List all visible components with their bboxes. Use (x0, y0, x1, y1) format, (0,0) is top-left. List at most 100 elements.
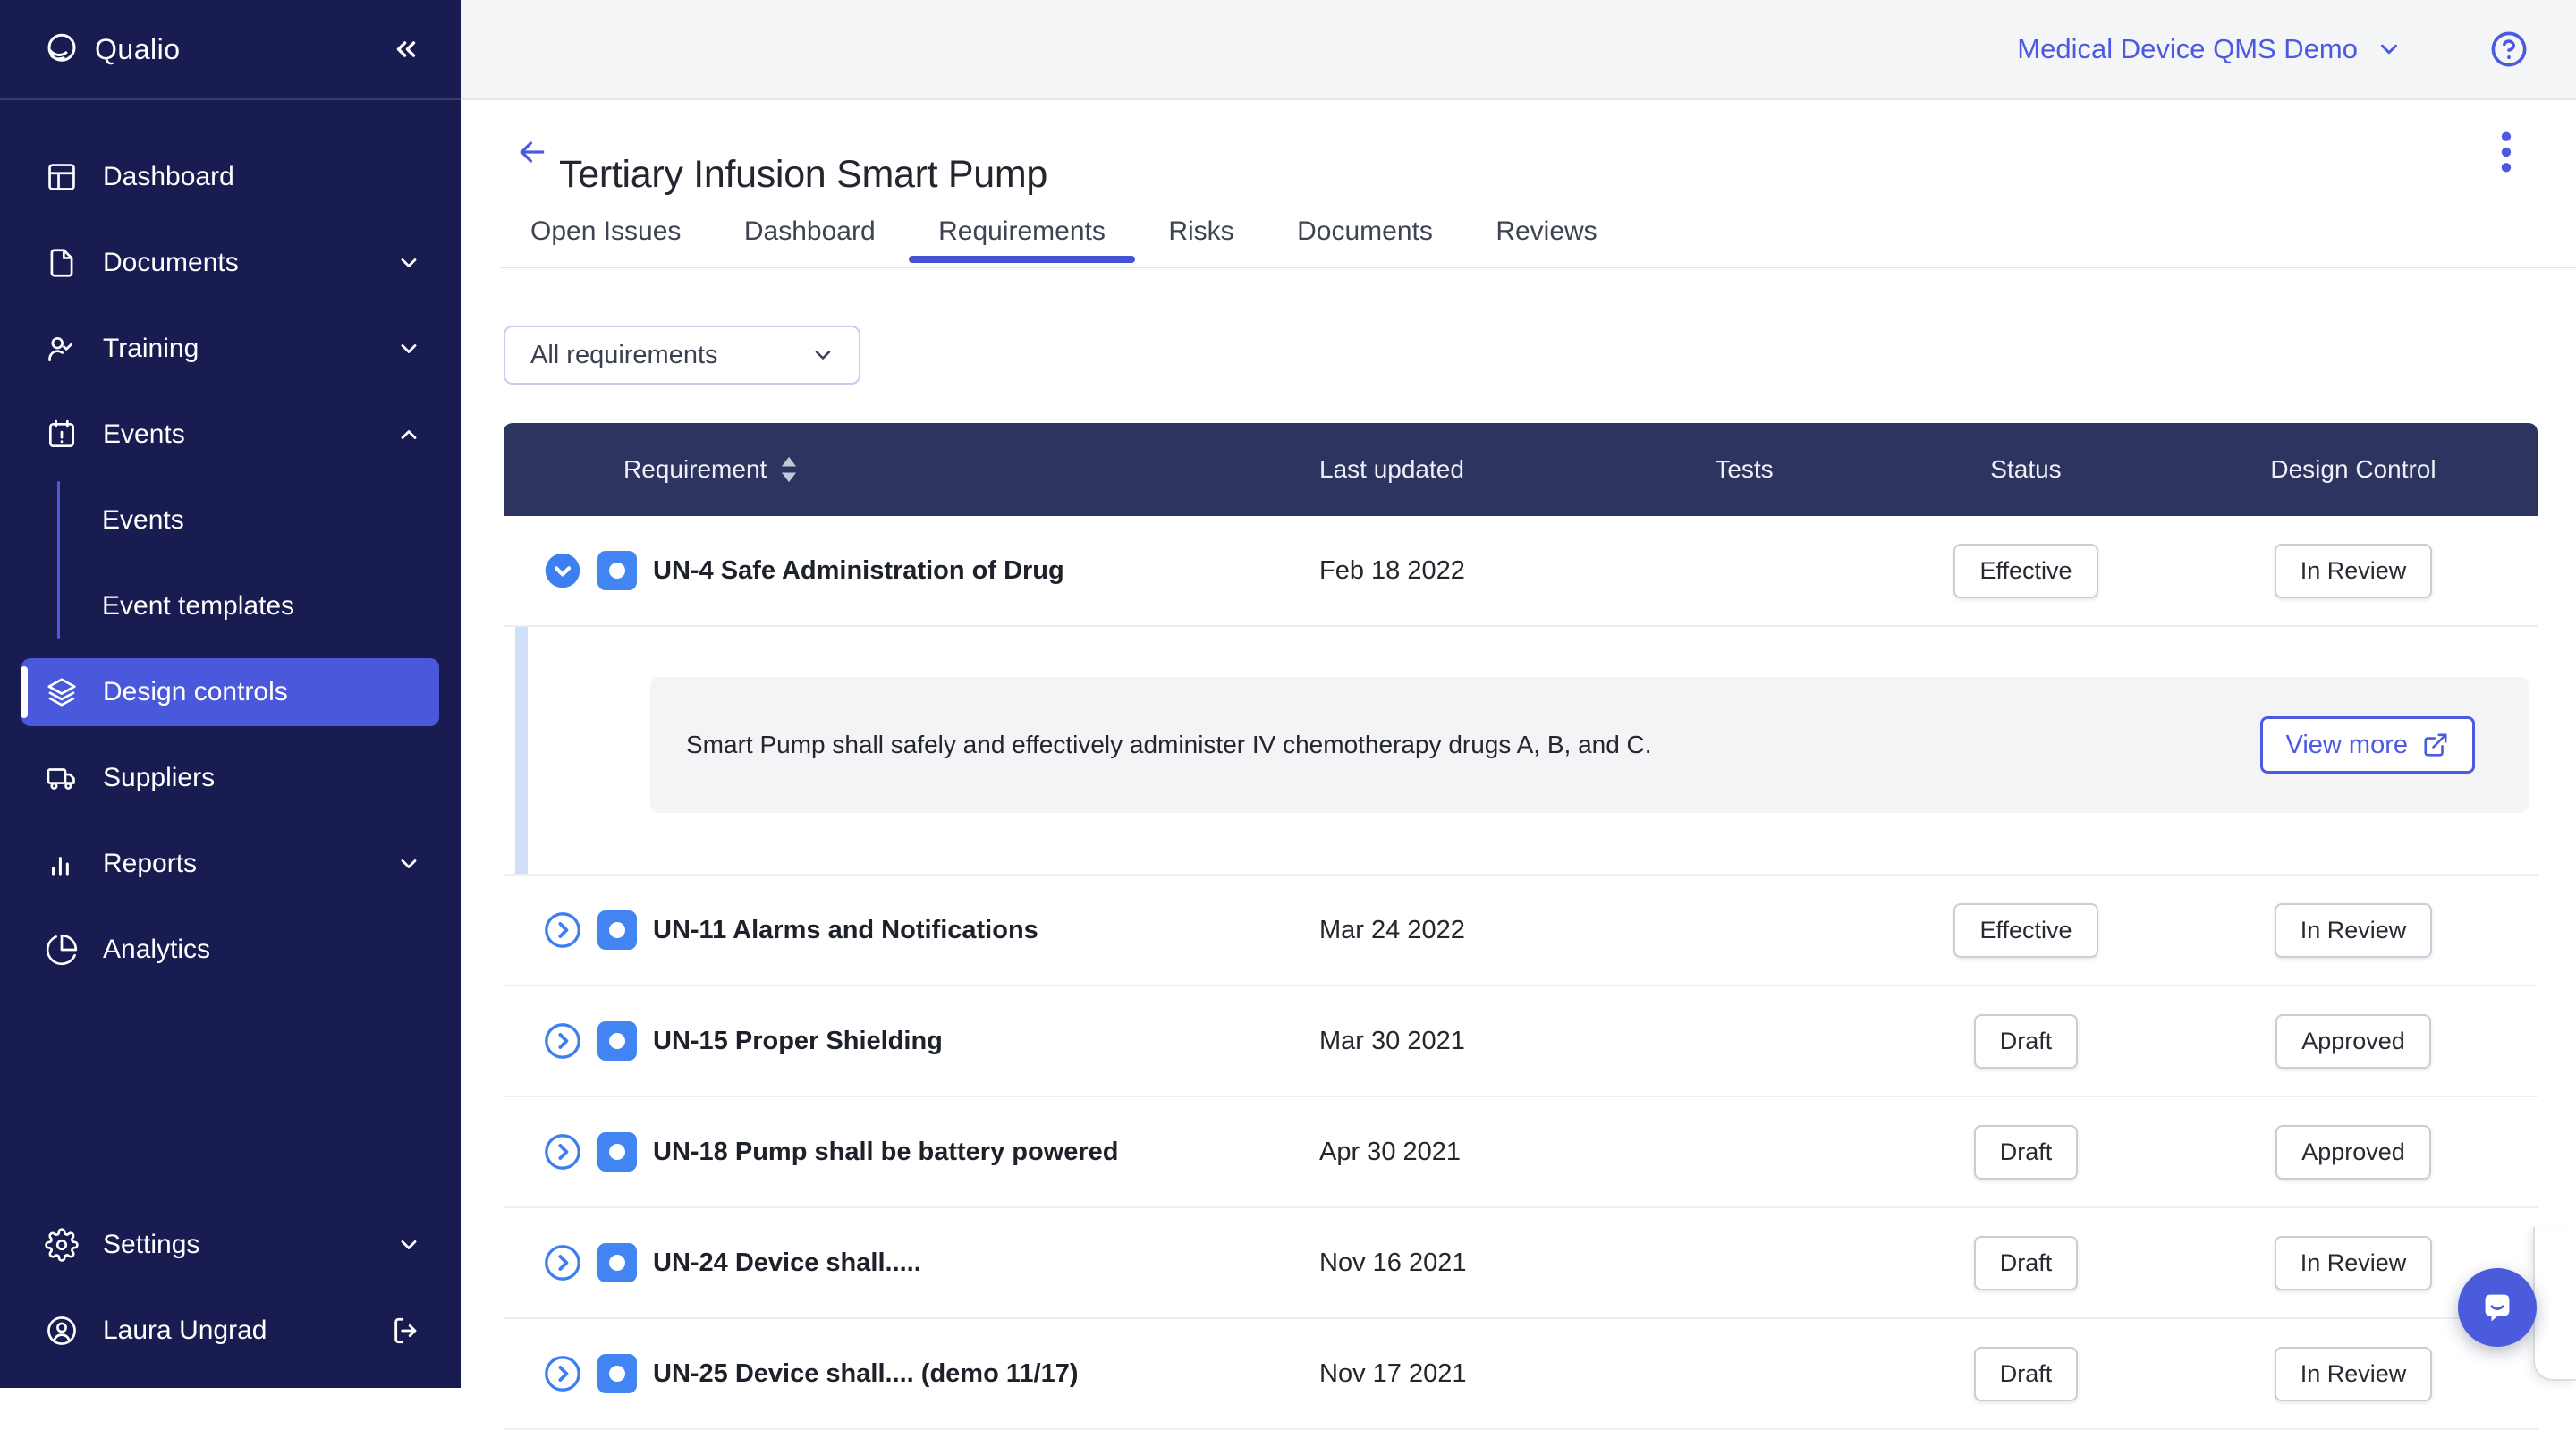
sidebar-subitem-events[interactable]: Events (0, 478, 461, 563)
column-header-requirement[interactable]: Requirement (504, 455, 1288, 484)
sidebar-item-analytics[interactable]: Analytics (0, 907, 461, 993)
table-row[interactable]: UN-24 Device shall..... Nov 16 2021 Draf… (504, 1208, 2538, 1319)
tab-bar: Open Issues Dashboard Requirements Risks… (501, 208, 2576, 268)
external-link-icon (2422, 732, 2449, 758)
sidebar-item-label: Design controls (103, 677, 288, 707)
chevron-up-icon (396, 422, 421, 447)
sidebar-item-user-profile[interactable]: Laura Ungrad (0, 1288, 461, 1374)
requirement-icon (597, 1243, 637, 1282)
requirement-icon (597, 551, 637, 590)
column-header-last-updated: Last updated (1288, 455, 1606, 484)
sidebar-item-label: Reports (103, 849, 197, 879)
sidebar-item-events[interactable]: Events (0, 392, 461, 478)
table-row[interactable]: UN-11 Alarms and Notifications Mar 24 20… (504, 876, 2538, 986)
user-check-icon (45, 332, 79, 366)
sidebar-item-dashboard[interactable]: Dashboard (0, 134, 461, 220)
last-updated: Mar 30 2021 (1288, 1027, 1606, 1056)
tab-documents[interactable]: Documents (1267, 208, 1462, 255)
expand-row-button[interactable] (544, 911, 581, 949)
design-control-badge: Approved (2275, 1125, 2431, 1180)
document-icon (45, 246, 79, 280)
chevron-down-icon (396, 851, 421, 876)
chat-launcher-button[interactable] (2458, 1268, 2537, 1347)
collapse-row-button[interactable] (544, 552, 581, 589)
table-row[interactable]: UN-18 Pump shall be battery powered Apr … (504, 1097, 2538, 1208)
expanded-requirement-details: Smart Pump shall safely and effectively … (504, 627, 2538, 876)
last-updated: Apr 30 2021 (1288, 1138, 1606, 1167)
sidebar-item-training[interactable]: Training (0, 306, 461, 392)
chevron-down-icon (2376, 36, 2402, 63)
expand-row-button[interactable] (544, 1133, 581, 1171)
expand-row-button[interactable] (544, 1244, 581, 1282)
column-header-status: Status (1883, 455, 2169, 484)
tab-requirements[interactable]: Requirements (909, 208, 1135, 255)
requirements-filter-select[interactable]: All requirements (504, 326, 860, 385)
page-menu-button[interactable] (2493, 122, 2520, 182)
status-badge: Draft (1974, 1125, 2079, 1180)
sidebar-item-settings[interactable]: Settings (0, 1202, 461, 1288)
question-icon (2488, 29, 2529, 70)
sidebar: Qualio Dashboard (0, 0, 461, 1388)
gear-icon (45, 1228, 79, 1262)
main-content: Tertiary Infusion Smart Pump Open Issues… (461, 98, 2576, 1388)
help-button[interactable] (2488, 29, 2529, 70)
requirement-name: UN-25 Device shall.... (demo 11/17) (653, 1359, 1078, 1389)
requirement-description: Smart Pump shall safely and effectively … (650, 731, 2260, 759)
design-control-badge: Approved (2275, 1014, 2431, 1069)
chevron-right-circle-icon (544, 1244, 581, 1282)
chevron-down-icon (396, 1232, 421, 1257)
sidebar-nav: Dashboard Documents (0, 100, 461, 993)
chevrons-left-icon (391, 34, 421, 64)
sidebar-item-label: Laura Ungrad (103, 1316, 267, 1346)
calendar-alert-icon (45, 418, 79, 452)
tab-dashboard[interactable]: Dashboard (715, 208, 905, 255)
sidebar-item-documents[interactable]: Documents (0, 220, 461, 306)
chevron-right-circle-icon (544, 1022, 581, 1060)
last-updated: Mar 24 2022 (1288, 916, 1606, 945)
sidebar-item-label: Events (103, 419, 185, 450)
pie-chart-icon (45, 933, 79, 967)
chevron-right-circle-icon (544, 1133, 581, 1171)
back-button[interactable] (514, 134, 550, 170)
expand-row-button[interactable] (544, 1022, 581, 1060)
table-row[interactable]: UN-15 Proper Shielding Mar 30 2021 Draft… (504, 986, 2538, 1097)
expand-row-button[interactable] (544, 1355, 581, 1392)
design-control-badge: In Review (2275, 1347, 2433, 1401)
floating-panel-edge (2533, 1227, 2576, 1381)
sidebar-item-suppliers[interactable]: Suppliers (0, 735, 461, 821)
expanded-row-indicator (515, 627, 528, 874)
layers-icon (45, 675, 79, 709)
events-submenu: Events Event templates (0, 478, 461, 649)
chevron-right-circle-icon (544, 911, 581, 949)
tab-reviews[interactable]: Reviews (1466, 208, 1626, 255)
status-badge: Effective (1953, 903, 2097, 958)
status-badge: Effective (1953, 544, 2097, 598)
requirement-icon (597, 910, 637, 950)
requirements-table: Requirement Last updated Tests Status De… (504, 423, 2538, 1430)
sidebar-collapse-button[interactable] (391, 34, 421, 64)
sidebar-item-design-controls[interactable]: Design controls (21, 658, 439, 726)
view-more-button[interactable]: View more (2260, 716, 2475, 774)
app-window: Qualio Dashboard (0, 0, 2576, 1388)
sidebar-subitem-event-templates[interactable]: Event templates (0, 563, 461, 649)
design-control-badge: In Review (2275, 1236, 2433, 1290)
workspace-selector[interactable]: Medical Device QMS Demo (2017, 33, 2402, 65)
logout-icon[interactable] (391, 1316, 421, 1346)
arrow-left-icon (514, 134, 550, 170)
kebab-icon (2500, 129, 2512, 175)
requirement-description-panel: Smart Pump shall safely and effectively … (650, 677, 2529, 813)
requirement-name: UN-11 Alarms and Notifications (653, 916, 1038, 945)
sidebar-item-reports[interactable]: Reports (0, 821, 461, 907)
sidebar-item-label: Settings (103, 1230, 199, 1260)
filter-value: All requirements (505, 341, 810, 370)
sidebar-item-label: Events (102, 505, 184, 536)
tab-risks[interactable]: Risks (1139, 208, 1263, 255)
table-row[interactable]: UN-25 Device shall.... (demo 11/17) Nov … (504, 1319, 2538, 1430)
status-badge: Draft (1974, 1236, 2079, 1290)
table-row[interactable]: UN-4 Safe Administration of Drug Feb 18 … (504, 516, 2538, 627)
tab-open-issues[interactable]: Open Issues (501, 208, 710, 255)
requirement-name: UN-18 Pump shall be battery powered (653, 1138, 1119, 1167)
app-logo-text: Qualio (95, 33, 181, 66)
requirement-icon (597, 1021, 637, 1061)
chevron-down-icon (810, 343, 835, 368)
